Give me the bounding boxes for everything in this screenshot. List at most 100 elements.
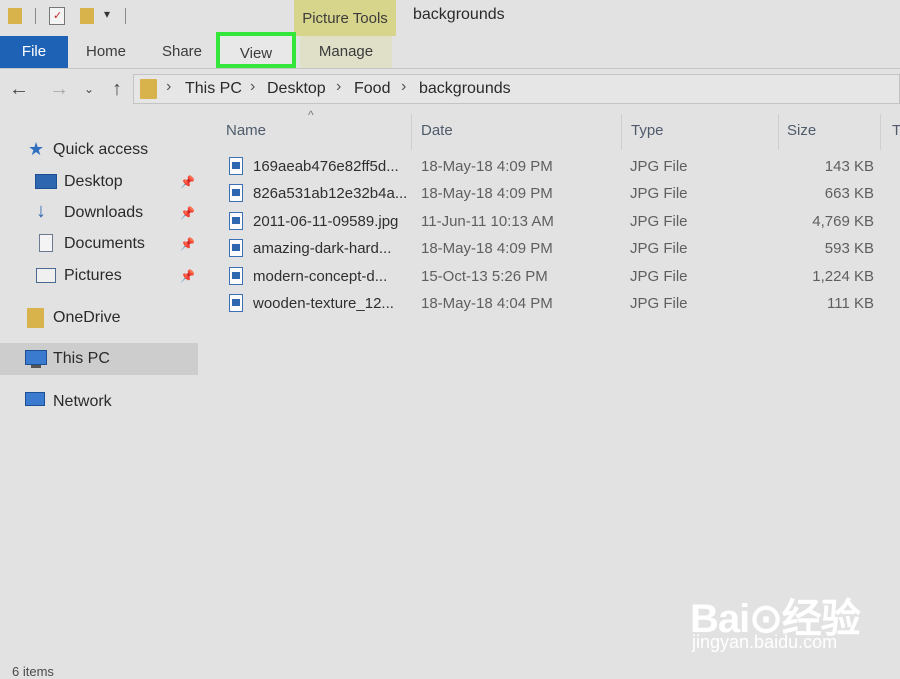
pin-icon[interactable]: 📌 <box>180 269 195 283</box>
sidebar-item-label: Network <box>53 393 112 410</box>
customize-toolbar-dropdown-icon[interactable]: ▾ <box>104 7 110 21</box>
sidebar-item-label: Quick access <box>53 141 149 158</box>
file-size: 143 KB <box>824 158 874 175</box>
sort-ascending-icon: ^ <box>308 108 314 122</box>
file-row[interactable]: wooden-texture_12... 18-May-18 4:04 PM J… <box>216 291 900 318</box>
file-row[interactable]: modern-concept-d... 15-Oct-13 5:26 PM JP… <box>216 264 900 291</box>
image-file-icon <box>229 267 243 285</box>
recent-locations-chevron-icon[interactable]: ⌄ <box>80 74 98 104</box>
file-size: 111 KB <box>827 295 874 312</box>
file-name: modern-concept-d... <box>253 268 388 285</box>
network-icon <box>25 392 45 406</box>
image-file-icon <box>229 184 243 202</box>
sidebar-item-desktop[interactable]: Desktop 📌 <box>0 166 198 198</box>
image-file-icon <box>229 294 243 312</box>
column-divider[interactable] <box>411 114 412 150</box>
breadcrumb-food[interactable]: Food <box>354 80 390 98</box>
chevron-right-icon[interactable]: › <box>336 78 341 96</box>
star-icon: ★ <box>28 139 45 159</box>
download-arrow-icon: ↓ <box>36 200 46 222</box>
sidebar-item-network[interactable]: Network <box>0 386 198 418</box>
file-name: 826a531ab12e32b4a... <box>253 185 408 202</box>
computer-icon <box>25 350 47 365</box>
sidebar-item-label: Pictures <box>64 267 122 284</box>
picture-tools-label: Picture Tools <box>302 10 388 27</box>
column-header-truncated[interactable]: T <box>892 122 900 139</box>
window-title: backgrounds <box>413 6 505 23</box>
column-header-size[interactable]: Size <box>787 122 816 139</box>
file-date: 11-Jun-11 10:13 AM <box>421 213 554 230</box>
file-type: JPG File <box>630 185 688 202</box>
tab-file[interactable]: File <box>0 36 68 68</box>
file-row[interactable]: amazing-dark-hard... 18-May-18 4:09 PM J… <box>216 236 900 263</box>
new-folder-icon[interactable] <box>80 8 94 24</box>
file-date: 18-May-18 4:09 PM <box>421 158 553 175</box>
chevron-right-icon[interactable]: › <box>166 78 171 96</box>
status-item-count: 6 items <box>12 664 54 679</box>
tab-manage[interactable]: Manage <box>300 36 392 68</box>
address-bar[interactable] <box>133 74 900 104</box>
column-divider[interactable] <box>621 114 622 150</box>
pin-icon[interactable]: 📌 <box>180 237 195 251</box>
sidebar-item-this-pc[interactable]: This PC <box>0 343 198 375</box>
file-size: 1,224 KB <box>812 268 874 285</box>
file-size: 4,769 KB <box>812 213 874 230</box>
file-size: 593 KB <box>824 240 874 257</box>
pictures-icon <box>36 268 56 283</box>
folder-icon <box>140 79 157 99</box>
file-date: 18-May-18 4:09 PM <box>421 240 553 257</box>
sidebar-item-label: OneDrive <box>53 309 121 326</box>
computer-stand-shape <box>31 365 41 368</box>
up-arrow-icon[interactable]: ↑ <box>104 74 130 104</box>
file-name: 2011-06-11-09589.jpg <box>253 213 399 230</box>
file-row[interactable]: 169aeab476e82ff5d... 18-May-18 4:09 PM J… <box>216 154 900 181</box>
image-file-icon <box>229 239 243 257</box>
file-type: JPG File <box>630 213 688 230</box>
tab-view[interactable]: View <box>216 32 296 68</box>
picture-tools-context-tab: Picture Tools <box>294 0 396 36</box>
sidebar-item-downloads[interactable]: ↓ Downloads 📌 <box>0 197 198 229</box>
column-header-name[interactable]: Name <box>226 122 266 139</box>
breadcrumb-this-pc[interactable]: This PC <box>185 80 242 98</box>
file-date: 15-Oct-13 5:26 PM <box>421 268 548 285</box>
chevron-right-icon[interactable]: › <box>401 78 406 96</box>
sidebar-item-label: This PC <box>53 350 110 367</box>
baidu-jingyan-watermark: Bai⊙经验 jingyan.baidu.com <box>690 580 870 660</box>
image-file-icon <box>229 157 243 175</box>
breadcrumb-backgrounds[interactable]: backgrounds <box>419 80 511 98</box>
file-size: 663 KB <box>824 185 874 202</box>
breadcrumb-desktop[interactable]: Desktop <box>267 80 326 98</box>
column-header-type[interactable]: Type <box>631 122 664 139</box>
image-file-icon <box>229 212 243 230</box>
file-date: 18-May-18 4:04 PM <box>421 295 553 312</box>
file-name: amazing-dark-hard... <box>253 240 392 257</box>
back-arrow-icon[interactable]: ← <box>6 74 32 104</box>
watermark-url: jingyan.baidu.com <box>692 632 838 652</box>
column-divider[interactable] <box>778 114 779 150</box>
column-header-date[interactable]: Date <box>421 122 453 139</box>
pin-icon[interactable]: 📌 <box>180 206 195 220</box>
file-type: JPG File <box>630 268 688 285</box>
sidebar-item-quick-access[interactable]: ★ Quick access <box>0 134 198 166</box>
tab-share[interactable]: Share <box>144 36 220 68</box>
desktop-icon <box>35 174 57 189</box>
sidebar-item-pictures[interactable]: Pictures 📌 <box>0 260 198 292</box>
file-type: JPG File <box>630 295 688 312</box>
pin-icon[interactable]: 📌 <box>180 175 195 189</box>
file-row[interactable]: 826a531ab12e32b4a... 18-May-18 4:09 PM J… <box>216 181 900 208</box>
file-date: 18-May-18 4:09 PM <box>421 185 553 202</box>
toolbar-separator <box>125 8 126 24</box>
column-divider[interactable] <box>880 114 881 150</box>
file-name: 169aeab476e82ff5d... <box>253 158 399 175</box>
toolbar-separator <box>35 8 36 24</box>
chevron-right-icon[interactable]: › <box>250 78 255 96</box>
file-row[interactable]: 2011-06-11-09589.jpg 11-Jun-11 10:13 AM … <box>216 209 900 236</box>
document-icon <box>39 234 53 252</box>
sidebar-item-onedrive[interactable]: OneDrive <box>0 302 198 334</box>
tab-home[interactable]: Home <box>68 36 144 68</box>
forward-arrow-icon[interactable]: → <box>46 74 72 104</box>
sidebar-item-documents[interactable]: Documents 📌 <box>0 228 198 260</box>
file-type: JPG File <box>630 158 688 175</box>
properties-checkmark-icon[interactable]: ✓ <box>49 7 65 25</box>
folder-icon[interactable] <box>8 8 22 24</box>
